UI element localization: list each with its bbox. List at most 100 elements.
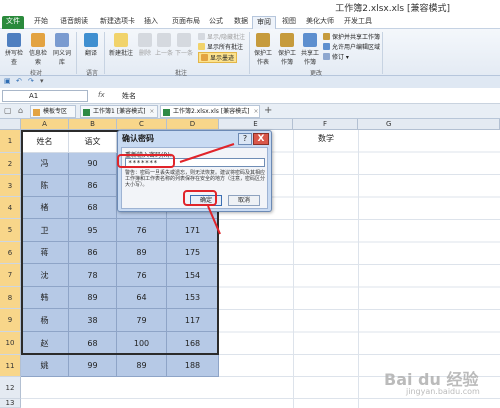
table-cell[interactable]: 175 — [167, 242, 219, 264]
home-icon[interactable]: ⌂ — [18, 106, 23, 115]
column-header[interactable]: F — [293, 119, 358, 130]
row-header[interactable]: 9 — [0, 309, 21, 332]
info-search-button[interactable]: 信息检索 — [27, 33, 49, 66]
close-tab-icon[interactable]: × — [149, 108, 154, 115]
thesaurus-button[interactable]: 同义词库 — [51, 33, 73, 66]
column-header[interactable]: D — [167, 119, 219, 130]
prev-comment-button[interactable]: 上一条 — [155, 33, 173, 57]
table-cell[interactable]: 86 — [69, 175, 117, 197]
table-cell[interactable]: 68 — [69, 197, 117, 219]
table-cell[interactable]: 38 — [69, 309, 117, 332]
new-comment-button[interactable]: 新建批注 — [108, 33, 134, 57]
tab-page-layout[interactable]: 页面布局 — [168, 16, 204, 29]
table-cell[interactable]: 89 — [117, 242, 167, 264]
track-changes[interactable]: 修订 ▾ — [323, 52, 349, 61]
row-header[interactable]: 8 — [0, 287, 21, 309]
table-cell[interactable]: 117 — [167, 309, 219, 332]
tab-data[interactable]: 数据 — [230, 16, 252, 29]
redo-icon[interactable]: ↷ — [28, 77, 34, 85]
row-header[interactable]: 3 — [0, 175, 21, 197]
table-header-cell[interactable]: 语文 — [69, 130, 117, 153]
protect-workbook-button[interactable]: 保护工作簿 — [276, 33, 298, 66]
row-header[interactable]: 2 — [0, 153, 21, 175]
next-comment-button[interactable]: 下一条 — [175, 33, 193, 57]
column-header[interactable]: G — [358, 119, 500, 130]
table-cell[interactable]: 杨 — [21, 309, 69, 332]
table-cell[interactable]: 188 — [167, 355, 219, 377]
tab-beautify[interactable]: 美化大师 — [302, 16, 338, 29]
table-cell[interactable]: 90 — [69, 153, 117, 175]
tab-workbook2[interactable]: 工作簿2.xlsx.xls [兼容模式] × — [160, 105, 260, 118]
table-cell[interactable]: 154 — [167, 264, 219, 287]
allow-edit-ranges[interactable]: 允许用户编辑区域 — [323, 42, 380, 51]
row-header[interactable]: 1 — [0, 130, 21, 153]
close-tab-icon[interactable]: × — [253, 108, 258, 115]
table-cell[interactable]: 89 — [69, 287, 117, 309]
table-cell[interactable]: 76 — [117, 264, 167, 287]
table-header-cell[interactable]: 姓名 — [21, 130, 69, 153]
table-cell[interactable]: 79 — [117, 309, 167, 332]
row-header[interactable]: 11 — [0, 355, 21, 377]
customize-qat-icon[interactable]: ▾ — [40, 77, 44, 85]
column-header[interactable]: C — [117, 119, 167, 130]
column-header[interactable]: E — [219, 119, 293, 130]
save-icon[interactable]: ▣ — [4, 77, 11, 85]
table-cell[interactable]: 冯 — [21, 153, 69, 175]
tab-formulas[interactable]: 公式 — [205, 16, 227, 29]
table-cell[interactable]: 卫 — [21, 219, 69, 242]
protect-sheet-button[interactable]: 保护工作表 — [252, 33, 274, 66]
table-cell[interactable]: 韩 — [21, 287, 69, 309]
table-cell[interactable]: 64 — [117, 287, 167, 309]
table-cell[interactable]: 68 — [69, 332, 117, 355]
table-cell[interactable]: 76 — [117, 219, 167, 242]
table-cell[interactable]: 99 — [69, 355, 117, 377]
delete-comment-button[interactable]: 删除 — [137, 33, 153, 57]
table-cell[interactable]: 95 — [69, 219, 117, 242]
undo-icon[interactable]: ↶ — [16, 77, 22, 85]
select-all-corner[interactable] — [0, 119, 21, 130]
row-header[interactable]: 7 — [0, 264, 21, 287]
tab-new[interactable]: 新建选项卡 — [96, 16, 139, 29]
name-box[interactable]: A1 — [2, 90, 88, 102]
spellcheck-button[interactable]: 拼写检查 — [3, 33, 25, 66]
table-cell[interactable]: 沈 — [21, 264, 69, 287]
table-cell[interactable]: 86 — [69, 242, 117, 264]
table-cell[interactable]: 陈 — [21, 175, 69, 197]
show-all-comments[interactable]: 显示所有批注 — [198, 42, 243, 51]
tab-template-zone[interactable]: 模板专区 — [30, 105, 76, 118]
tab-insert[interactable]: 插入 — [140, 16, 162, 29]
table-cell[interactable]: 赵 — [21, 332, 69, 355]
table-cell[interactable]: 蒋 — [21, 242, 69, 264]
table-cell[interactable]: 89 — [117, 355, 167, 377]
tab-review[interactable]: 审阅 — [252, 16, 276, 29]
row-header[interactable]: 13 — [0, 399, 21, 408]
row-header[interactable]: 4 — [0, 197, 21, 219]
column-header[interactable]: A — [21, 119, 69, 130]
tab-file[interactable]: 文件 — [2, 16, 24, 29]
table-cell[interactable]: 100 — [117, 332, 167, 355]
protect-share-workbook[interactable]: 保护并共享工作簿 — [323, 32, 380, 41]
formula-input[interactable]: 姓名 — [122, 91, 136, 101]
row-header[interactable]: 12 — [0, 377, 21, 399]
row-header[interactable]: 10 — [0, 332, 21, 355]
add-tab-icon[interactable]: + — [264, 105, 272, 116]
table-cell[interactable]: 153 — [167, 287, 219, 309]
table-cell[interactable]: 168 — [167, 332, 219, 355]
column-header[interactable]: B — [69, 119, 117, 130]
new-doc-icon[interactable]: ▢ — [4, 106, 12, 115]
table-cell[interactable]: 楮 — [21, 197, 69, 219]
tab-workbook1[interactable]: 工作簿1 [兼容模式] × — [80, 105, 158, 118]
close-icon[interactable]: X — [253, 133, 269, 145]
table-cell[interactable]: 姚 — [21, 355, 69, 377]
tab-read-aloud[interactable]: 语音朗读 — [56, 16, 92, 29]
table-header-cell[interactable]: 数学 — [318, 133, 334, 144]
row-header[interactable]: 5 — [0, 219, 21, 242]
share-workbook-button[interactable]: 共享工作簿 — [299, 33, 321, 66]
tab-view[interactable]: 视图 — [278, 16, 300, 29]
table-cell[interactable]: 78 — [69, 264, 117, 287]
show-hide-comment[interactable]: 显示/隐藏批注 — [198, 32, 245, 41]
show-ink[interactable]: 显示墨迹 — [198, 52, 238, 63]
fx-icon[interactable]: fx — [98, 91, 105, 99]
tab-home[interactable]: 开始 — [30, 16, 52, 29]
translate-button[interactable]: 翻译 — [82, 33, 100, 57]
